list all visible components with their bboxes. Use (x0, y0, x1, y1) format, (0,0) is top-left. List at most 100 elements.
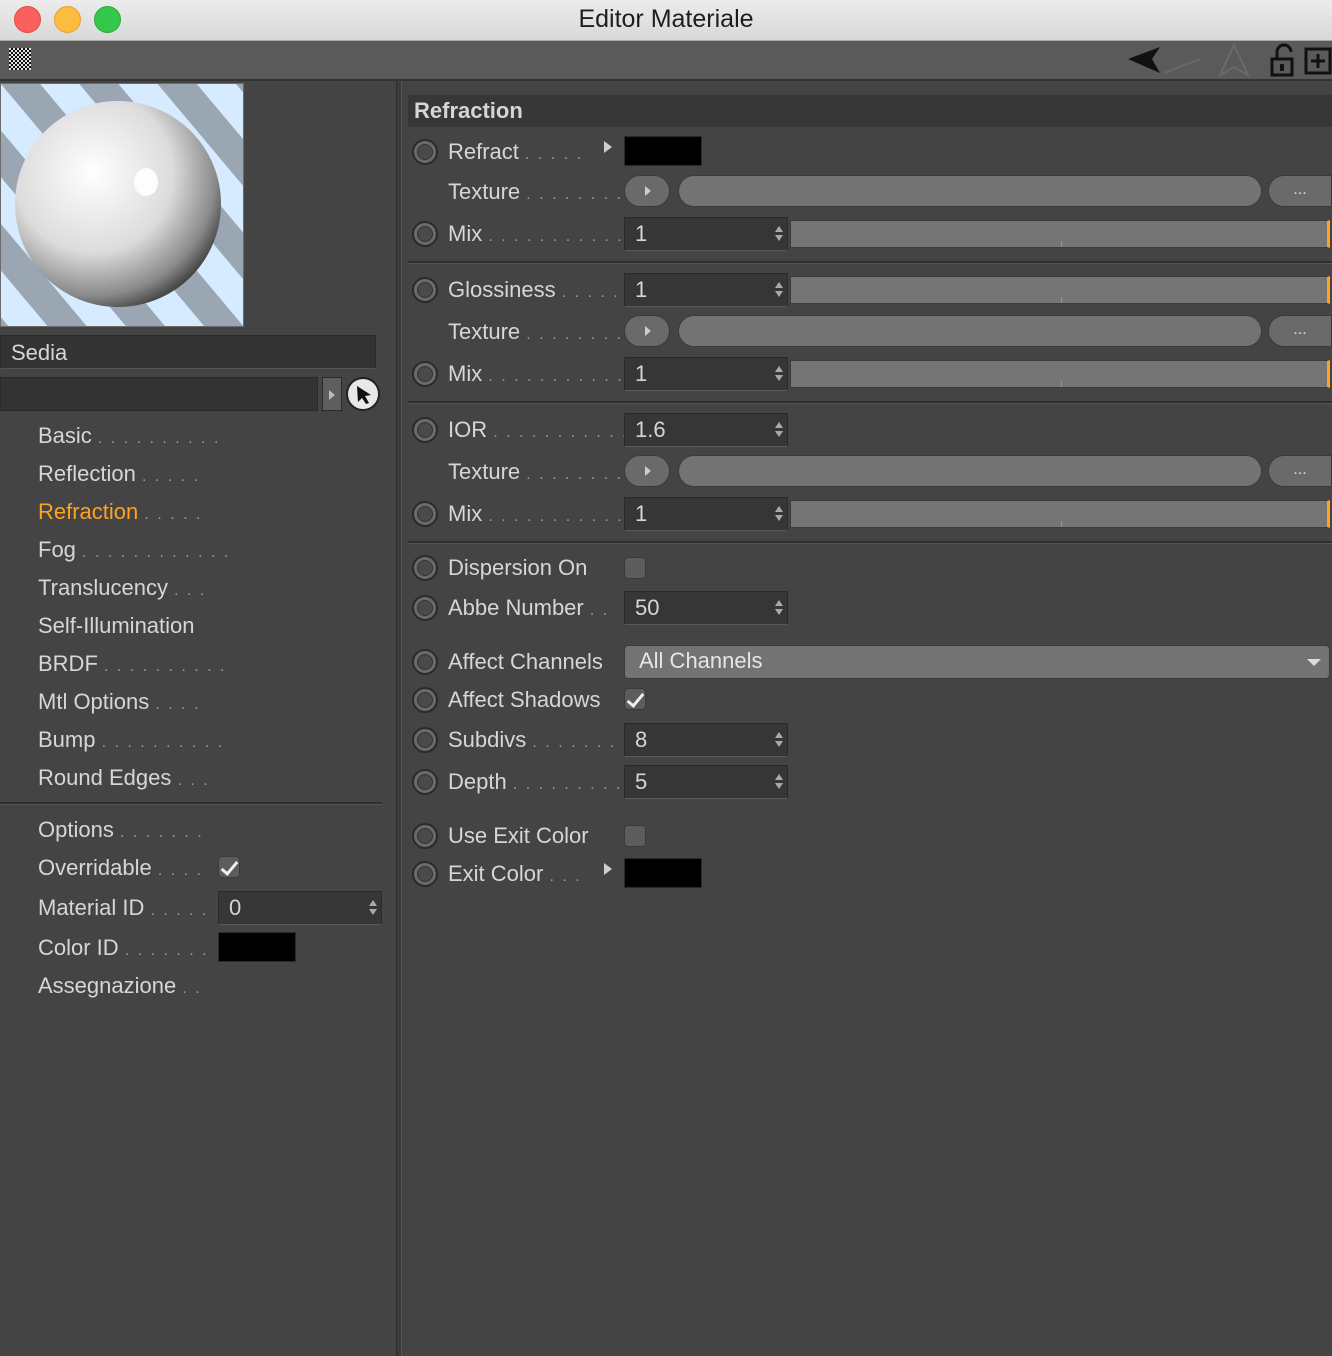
use-exit-color-keyframe-radio[interactable] (412, 823, 438, 849)
glossiness-field[interactable]: 1 (624, 273, 788, 307)
nav-fog[interactable]: Fog . . . . . . . . . . . . (38, 537, 230, 563)
spinner-icon[interactable] (775, 774, 783, 790)
affect-shadows-checkbox[interactable] (624, 688, 646, 710)
mix-slider[interactable] (790, 220, 1330, 248)
refract-keyframe-radio[interactable] (412, 139, 438, 165)
material-id-label: Material ID . . . . . (38, 895, 209, 920)
ior-field[interactable]: 1.6 (624, 413, 788, 447)
exit-color-label: Exit Color . . . (448, 861, 582, 886)
mix-keyframe-radio[interactable] (412, 501, 438, 527)
back-arrow-icon[interactable] (1124, 45, 1204, 75)
mix-keyframe-radio[interactable] (412, 361, 438, 387)
material-preview-sphere-icon (1, 84, 243, 326)
depth-keyframe-radio[interactable] (412, 769, 438, 795)
dispersion-keyframe-radio[interactable] (412, 555, 438, 581)
color-id-swatch[interactable] (218, 932, 296, 962)
texture-arrow-button[interactable] (624, 455, 670, 487)
use-exit-color-checkbox[interactable] (624, 825, 646, 847)
spinner-icon[interactable] (369, 900, 377, 916)
left-separator (0, 802, 382, 805)
refract-expand-icon[interactable] (604, 141, 612, 153)
nav-bump[interactable]: Bump . . . . . . . . . . (38, 727, 224, 753)
spinner-icon[interactable] (775, 282, 783, 298)
exit-color-keyframe-radio[interactable] (412, 861, 438, 887)
mix-slider[interactable] (790, 500, 1330, 528)
window-title: Editor Materiale (578, 5, 754, 33)
separator (408, 261, 1332, 264)
glossiness-label: Glossiness . . . . . (448, 277, 620, 302)
refract-label: Refract . . . . . (448, 139, 584, 164)
spinner-icon[interactable] (775, 506, 783, 522)
texture-arrow-button[interactable] (624, 175, 670, 207)
mix-field[interactable]: 1 (624, 217, 788, 251)
abbe-keyframe-radio[interactable] (412, 595, 438, 621)
texture-slot[interactable] (678, 175, 1262, 207)
affect-channels-keyframe-radio[interactable] (412, 649, 438, 675)
mix-field[interactable]: 1 (624, 497, 788, 531)
spinner-icon[interactable] (775, 732, 783, 748)
texture-slot[interactable] (678, 315, 1262, 347)
affect-channels-dropdown[interactable]: All Channels (624, 645, 1330, 679)
nav-reflection[interactable]: Reflection . . . . . (38, 461, 200, 487)
abbe-number-field[interactable]: 50 (624, 591, 788, 625)
mix-keyframe-radio[interactable] (412, 221, 438, 247)
mix-slider[interactable] (790, 360, 1330, 388)
overridable-checkbox[interactable] (218, 856, 240, 878)
glossiness-slider[interactable] (790, 276, 1330, 304)
separator (408, 401, 1332, 404)
affect-shadows-keyframe-radio[interactable] (412, 687, 438, 713)
material-id-field[interactable]: 0 (218, 891, 382, 925)
overridable-label: Overridable . . . . (38, 855, 203, 880)
texture-label: Texture . . . . . . . . (448, 179, 623, 204)
unlock-icon[interactable] (1268, 43, 1298, 77)
spinner-icon[interactable] (775, 600, 783, 616)
grip-icon[interactable] (9, 48, 31, 70)
section-title: Refraction (408, 95, 1332, 127)
spinner-icon[interactable] (775, 422, 783, 438)
dispersion-on-label: Dispersion On (448, 555, 588, 580)
nav-mtl-options[interactable]: Mtl Options . . . . (38, 689, 201, 715)
dispersion-on-checkbox[interactable] (624, 557, 646, 579)
new-panel-icon[interactable] (1304, 47, 1332, 75)
use-exit-color-label: Use Exit Color (448, 823, 589, 848)
spinner-icon[interactable] (775, 226, 783, 242)
depth-field[interactable]: 5 (624, 765, 788, 799)
attributes-panel: Refraction Refract . . . . . Texture . .… (402, 81, 1332, 1356)
nav-brdf[interactable]: BRDF . . . . . . . . . . (38, 651, 226, 677)
texture-label: Texture . . . . . . . . (448, 459, 623, 484)
exit-color-expand-icon[interactable] (604, 863, 612, 875)
nav-assegnazione[interactable]: Assegnazione . . (38, 973, 202, 999)
refract-color-swatch[interactable] (624, 136, 702, 166)
material-subfield[interactable] (0, 377, 318, 411)
nav-options[interactable]: Options . . . . . . . (38, 817, 204, 843)
ior-keyframe-radio[interactable] (412, 417, 438, 443)
texture-more-button[interactable]: ... (1268, 175, 1332, 207)
picker-cursor-icon[interactable] (346, 377, 380, 411)
texture-more-button[interactable]: ... (1268, 315, 1332, 347)
abbe-number-label: Abbe Number . . (448, 595, 610, 620)
up-arrow-icon[interactable] (1214, 43, 1254, 77)
mix-field[interactable]: 1 (624, 357, 788, 391)
material-preview[interactable] (0, 83, 244, 327)
spinner-icon[interactable] (775, 366, 783, 382)
subdivs-label: Subdivs . . . . . . . (448, 727, 617, 752)
material-name-field[interactable]: Sedia (0, 335, 376, 369)
left-panel: Sedia Basic . . . . . . . . . . Reflecti… (0, 81, 396, 1356)
texture-slot[interactable] (678, 455, 1262, 487)
nav-refraction[interactable]: Refraction . . . . . (38, 499, 202, 525)
nav-basic[interactable]: Basic . . . . . . . . . . (38, 423, 220, 449)
texture-arrow-button[interactable] (624, 315, 670, 347)
nav-self-illumination[interactable]: Self-Illumination (38, 613, 195, 639)
nav-round-edges[interactable]: Round Edges . . . (38, 765, 210, 791)
mix-label: Mix . . . . . . . . . . . (448, 361, 624, 386)
exit-color-swatch[interactable] (624, 858, 702, 888)
subdivs-field[interactable]: 8 (624, 723, 788, 757)
glossiness-keyframe-radio[interactable] (412, 277, 438, 303)
affect-shadows-label: Affect Shadows (448, 687, 601, 712)
subfield-arrow-button[interactable] (322, 377, 342, 411)
texture-more-button[interactable]: ... (1268, 455, 1332, 487)
subdivs-keyframe-radio[interactable] (412, 727, 438, 753)
ior-label: IOR . . . . . . . . . . . (448, 417, 629, 442)
nav-translucency[interactable]: Translucency . . . (38, 575, 206, 601)
color-id-label: Color ID . . . . . . . (38, 935, 209, 960)
